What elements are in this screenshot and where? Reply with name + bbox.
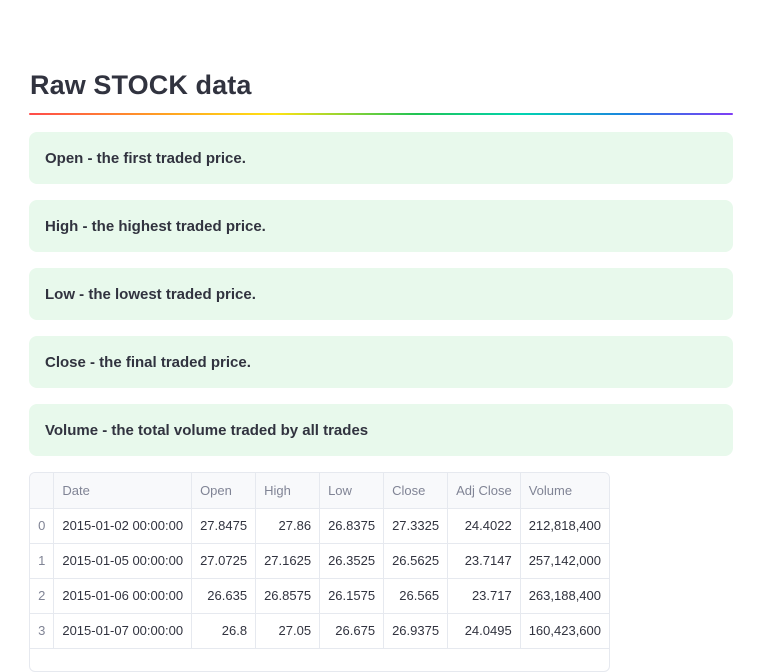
column-header-date[interactable]: Date — [53, 473, 193, 509]
column-header-adj-close[interactable]: Adj Close — [447, 473, 521, 509]
table-row: 0 2015-01-02 00:00:00 27.8475 27.86 26.8… — [30, 508, 609, 544]
header-divider — [29, 113, 733, 115]
callout-low: Low - the lowest traded price. — [29, 268, 733, 320]
column-header-volume[interactable]: Volume — [520, 473, 609, 509]
cell-high[interactable]: 27.86 — [255, 508, 321, 544]
cell-adj-close[interactable]: 23.7147 — [447, 543, 521, 579]
cell-low[interactable]: 26.1575 — [319, 578, 385, 614]
cell-open[interactable]: 27.0725 — [191, 543, 257, 579]
callout-close: Close - the final traded price. — [29, 336, 733, 388]
page-title: Raw STOCK data — [30, 70, 252, 100]
cell-low[interactable]: 26.3525 — [319, 543, 385, 579]
cell-open[interactable]: 26.635 — [191, 578, 257, 614]
column-header-index[interactable] — [30, 473, 55, 509]
column-header-close[interactable]: Close — [383, 473, 449, 509]
callout-high: High - the highest traded price. — [29, 200, 733, 252]
cell-volume[interactable]: 263,188,400 — [520, 578, 609, 614]
row-index: 2 — [30, 578, 55, 614]
cell-date[interactable]: 2015-01-06 00:00:00 — [53, 578, 193, 614]
row-index: 0 — [30, 508, 55, 544]
cell-adj-close[interactable]: 23.717 — [447, 578, 521, 614]
callout-open: Open - the first traded price. — [29, 132, 733, 184]
cell-date[interactable]: 2015-01-05 00:00:00 — [53, 543, 193, 579]
cell-close[interactable]: 26.5625 — [383, 543, 449, 579]
cell-low[interactable]: 26.8375 — [319, 508, 385, 544]
cell-adj-close[interactable]: 24.4022 — [447, 508, 521, 544]
cell-close[interactable]: 26.565 — [383, 578, 449, 614]
stock-data-table[interactable]: Date Open High Low Close Adj Close Volum… — [29, 472, 610, 672]
cell-high[interactable]: 27.1625 — [255, 543, 321, 579]
table-row: 1 2015-01-05 00:00:00 27.0725 27.1625 26… — [30, 543, 609, 579]
cell-high[interactable]: 26.8575 — [255, 578, 321, 614]
cell-volume[interactable]: 257,142,000 — [520, 543, 609, 579]
callout-volume: Volume - the total volume traded by all … — [29, 404, 733, 456]
row-index: 1 — [30, 543, 55, 579]
column-header-low[interactable]: Low — [319, 473, 385, 509]
cell-open[interactable]: 27.8475 — [191, 508, 257, 544]
cell-date[interactable]: 2015-01-02 00:00:00 — [53, 508, 193, 544]
table-row: 2 2015-01-06 00:00:00 26.635 26.8575 26.… — [30, 578, 609, 614]
column-header-open[interactable]: Open — [191, 473, 257, 509]
column-header-high[interactable]: High — [255, 473, 321, 509]
table-header-row: Date Open High Low Close Adj Close Volum… — [30, 473, 609, 509]
cell-volume[interactable]: 212,818,400 — [520, 508, 609, 544]
cell-close[interactable]: 27.3325 — [383, 508, 449, 544]
